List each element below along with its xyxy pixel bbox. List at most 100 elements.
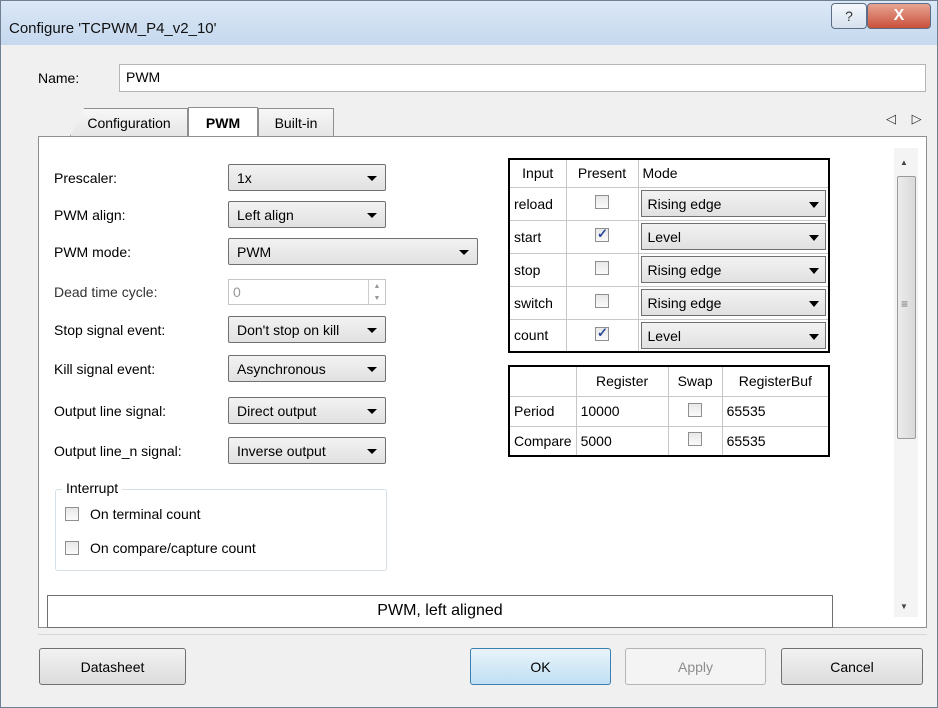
mode-value: Rising edge [647,295,722,311]
mode-cell: Rising edge [637,252,830,287]
apply-button[interactable]: Apply [625,648,766,685]
stop-signal-select[interactable]: Don't stop on kill [228,316,386,343]
swap-cell [667,395,723,427]
kill-signal-value: Asynchronous [237,361,326,377]
output-line-label: Output line signal: [54,403,167,419]
register-name-cell: Compare [508,425,577,457]
swap-cell [667,425,723,457]
interrupt-group [55,489,387,571]
mode-value: Rising edge [647,262,722,278]
table-header-row: Input Present Mode [508,158,830,188]
present-checkbox[interactable] [595,226,609,242]
chevron-down-icon [367,449,377,454]
swap-checkbox[interactable] [688,402,703,417]
present-checkbox[interactable] [595,261,609,275]
tab-configuration[interactable]: Configuration [70,108,188,136]
tab-built-in[interactable]: Built-in [258,108,334,136]
input-name-cell: start [508,219,567,254]
close-icon: X [893,7,905,24]
datasheet-button[interactable]: Datasheet [39,648,186,685]
input-name-cell: switch [508,285,567,320]
chevron-down-icon [809,333,819,340]
name-input[interactable]: PWM [119,64,926,92]
mode-value: Rising edge [647,196,722,212]
kill-signal-label: Kill signal event: [54,361,156,377]
present-cell [565,318,639,353]
prescaler-select[interactable]: 1x [228,164,386,191]
present-cell [565,186,639,221]
scroll-down-icon[interactable]: ▼ [900,602,908,611]
stop-signal-label: Stop signal event: [54,322,166,338]
tab-pwm[interactable]: PWM [188,107,258,137]
output-line-n-label: Output line_n signal: [54,443,182,459]
column-header-mode: Mode [637,158,830,188]
table-row: stop Rising edge [508,252,830,287]
chevron-down-icon [809,202,819,208]
input-name-cell: reload [508,186,567,221]
ok-button[interactable]: OK [470,648,611,685]
pwm-mode-select[interactable]: PWM [228,238,478,265]
mode-select[interactable]: Level [640,223,826,250]
compare-capture-checkbox[interactable] [65,541,79,555]
chevron-down-icon [367,176,377,181]
pwm-mode-label: PWM mode: [54,244,132,260]
mode-select[interactable]: Rising edge [640,256,826,283]
mode-value: Level [647,327,681,344]
present-cell [565,219,639,254]
registerbuf-cell[interactable]: 65535 [721,395,830,427]
chevron-down-icon [809,301,819,307]
stop-signal-value: Don't stop on kill [237,322,340,338]
dead-time-label: Dead time cycle: [54,284,158,300]
mode-cell: Level [637,219,830,254]
column-header-registerbuf: RegisterBuf [721,365,830,397]
divider [38,634,927,635]
mode-select[interactable]: Level [640,321,826,349]
scroll-thumb[interactable]: ≡ [897,176,916,439]
scroll-up-icon[interactable]: ▲ [900,158,908,167]
mode-select[interactable]: Rising edge [640,190,826,217]
column-header-present: Present [565,158,639,188]
register-value-cell[interactable]: 10000 [575,395,669,427]
vertical-scrollbar[interactable]: ▲ ≡ ▼ [894,148,918,617]
kill-signal-select[interactable]: Asynchronous [228,355,386,382]
table-header-row: Register Swap RegisterBuf [508,365,830,397]
chevron-down-icon [809,235,819,241]
compare-capture-label: On compare/capture count [90,540,256,556]
input-table: Input Present Mode reload Rising edge st… [508,158,830,353]
tab-scroll-arrows-icon[interactable]: ◁ ▷ [886,111,928,127]
terminal-count-label: On terminal count [90,506,201,522]
register-value-cell[interactable]: 5000 [575,425,669,457]
help-button[interactable]: ? [831,3,867,29]
close-button[interactable]: X [867,3,931,29]
table-row: reload Rising edge [508,186,830,221]
swap-checkbox[interactable] [688,432,703,447]
mode-select[interactable]: Rising edge [640,289,826,316]
present-checkbox[interactable] [595,325,609,341]
present-cell [565,252,639,287]
title-bar: Configure 'TCPWM_P4_v2_10' ? X [1,1,937,45]
chevron-down-icon [367,409,377,414]
output-line-n-select[interactable]: Inverse output [228,437,386,464]
column-header-register: Register [575,365,669,397]
prescaler-value: 1x [237,170,252,186]
status-description: PWM, left aligned [47,595,833,628]
pwm-mode-value: PWM [237,244,272,260]
help-icon: ? [845,8,853,24]
column-header-input: Input [508,158,567,188]
registerbuf-cell[interactable]: 65535 [721,425,830,457]
mode-cell: Level [637,318,830,353]
present-checkbox[interactable] [595,195,609,209]
mode-value: Level [647,229,681,245]
interrupt-group-title: Interrupt [62,480,123,496]
terminal-count-checkbox[interactable] [65,507,79,521]
window-title: Configure 'TCPWM_P4_v2_10' [9,20,217,37]
table-row: count Level [508,318,830,353]
dead-time-stepper: 0 ▲ ▼ [228,279,386,305]
prescaler-label: Prescaler: [54,170,118,186]
output-line-select[interactable]: Direct output [228,397,386,424]
pwm-align-select[interactable]: Left align [228,201,386,228]
present-checkbox[interactable] [595,294,609,308]
cancel-button[interactable]: Cancel [781,648,923,685]
mode-cell: Rising edge [637,285,830,320]
column-header-name [508,365,577,397]
